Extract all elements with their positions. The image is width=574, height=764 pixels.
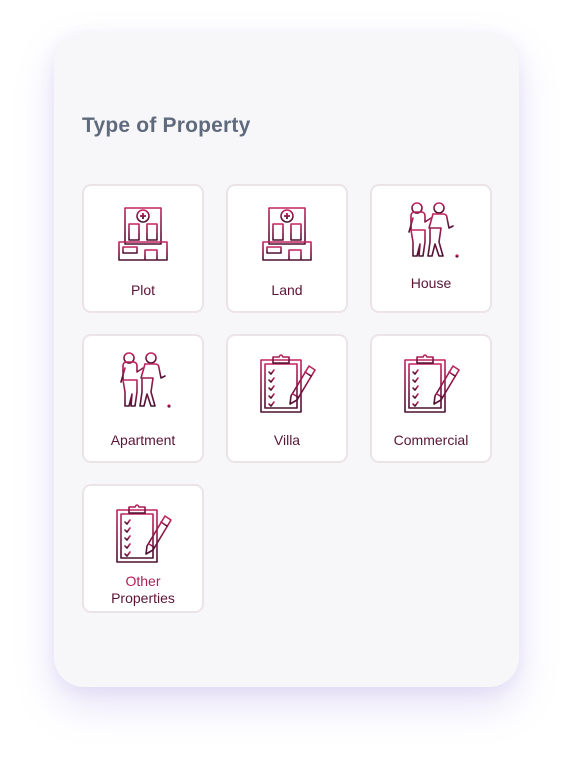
tile-label-line2: Properties bbox=[111, 590, 175, 606]
tile-label: Plot bbox=[130, 282, 156, 298]
tile-land[interactable]: Land bbox=[226, 184, 348, 313]
tile-commercial[interactable]: Commercial bbox=[370, 334, 492, 463]
tile-house[interactable]: House bbox=[370, 184, 492, 313]
people-walking-icon bbox=[399, 200, 463, 264]
tile-label: Commercial bbox=[393, 432, 469, 448]
clipboard-checklist-icon bbox=[255, 352, 319, 416]
tile-label: Villa bbox=[273, 432, 301, 448]
property-type-card: Type of Property Plot Land House Apartme… bbox=[54, 32, 519, 687]
tile-other-properties[interactable]: Other Properties bbox=[82, 484, 204, 613]
people-walking-icon bbox=[111, 350, 175, 414]
section-title: Type of Property bbox=[82, 114, 251, 137]
tile-label: Land bbox=[271, 282, 303, 298]
tile-label: House bbox=[410, 275, 452, 291]
tile-label: Apartment bbox=[110, 432, 176, 448]
clipboard-checklist-icon bbox=[399, 352, 463, 416]
tile-label: Other Properties bbox=[84, 573, 202, 607]
tile-plot[interactable]: Plot bbox=[82, 184, 204, 313]
tile-label-line1: Other bbox=[125, 573, 161, 589]
building-icon bbox=[255, 202, 319, 266]
building-icon bbox=[111, 202, 175, 266]
tile-apartment[interactable]: Apartment bbox=[82, 334, 204, 463]
tile-villa[interactable]: Villa bbox=[226, 334, 348, 463]
clipboard-checklist-icon bbox=[111, 502, 175, 566]
